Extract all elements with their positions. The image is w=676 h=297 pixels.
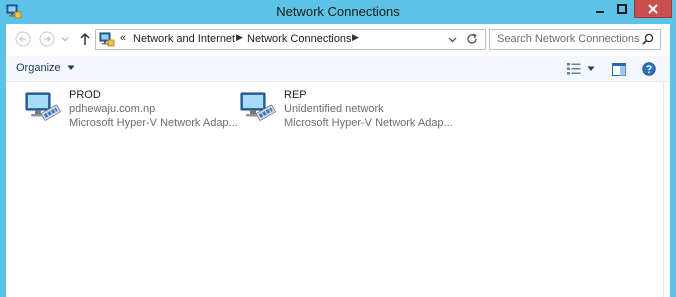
help-icon <box>642 62 656 76</box>
forward-arrow-icon <box>39 31 55 47</box>
preview-pane-button[interactable] <box>610 61 628 77</box>
network-adapter-icon <box>240 92 276 121</box>
chevron-down-icon <box>67 65 75 71</box>
breadcrumb-network-and-internet[interactable]: Network and Internet <box>133 33 235 45</box>
maximize-button[interactable] <box>611 0 633 18</box>
breadcrumb-network-connections[interactable]: Network Connections <box>247 33 352 45</box>
organize-label: Organize <box>16 62 61 74</box>
connection-name: PROD <box>69 89 101 101</box>
connection-item-rep[interactable]: REP Unidentified network Microsoft Hyper… <box>229 88 453 132</box>
breadcrumb-separator-icon[interactable]: ▶ <box>352 32 359 43</box>
search-icon <box>642 33 654 45</box>
breadcrumb-separator-icon[interactable]: ▶ <box>236 32 243 43</box>
back-button[interactable] <box>14 30 32 48</box>
connection-adapter: Microsoft Hyper-V Network Adap... <box>284 117 453 129</box>
title-bar[interactable]: Network Connections <box>0 0 676 24</box>
breadcrumb-overflow[interactable]: « <box>120 32 126 44</box>
connection-adapter: Microsoft Hyper-V Network Adap... <box>69 117 238 129</box>
view-options-dropdown[interactable] <box>586 61 596 77</box>
address-history-button[interactable] <box>448 35 457 47</box>
up-button[interactable] <box>76 30 94 48</box>
connection-network: Unidentified network <box>284 103 384 115</box>
close-icon <box>648 3 658 14</box>
minimize-button[interactable] <box>589 0 611 18</box>
back-arrow-icon <box>15 31 31 47</box>
connection-name: REP <box>284 89 307 101</box>
chevron-down-icon <box>448 37 457 43</box>
refresh-button[interactable] <box>466 33 478 48</box>
refresh-icon <box>467 33 477 44</box>
connection-network: pdhewaju.com.np <box>69 103 156 115</box>
window-title: Network Connections <box>276 4 400 19</box>
command-bar: Organize <box>6 56 670 82</box>
search-input[interactable]: Search Network Connections <box>489 29 661 50</box>
vertical-scrollbar[interactable] <box>663 82 670 297</box>
control-panel-icon <box>99 32 115 47</box>
search-placeholder: Search Network Connections <box>497 33 640 45</box>
preview-pane-icon <box>612 62 626 76</box>
connections-list: PROD pdhewaju.com.np Microsoft Hyper-V N… <box>6 82 663 297</box>
address-bar[interactable]: « Network and Internet ▶ Network Connect… <box>95 29 486 50</box>
explorer-window: Network Connections « Network and Intern… <box>0 0 676 297</box>
change-view-button[interactable] <box>564 61 584 77</box>
help-button[interactable] <box>640 61 658 77</box>
up-arrow-icon <box>80 32 90 45</box>
navigation-bar: « Network and Internet ▶ Network Connect… <box>6 24 670 56</box>
close-button[interactable] <box>634 0 672 18</box>
details-view-icon <box>567 63 581 75</box>
organize-menu[interactable]: Organize <box>16 62 75 74</box>
search-button[interactable] <box>642 33 654 48</box>
connection-item-prod[interactable]: PROD pdhewaju.com.np Microsoft Hyper-V N… <box>14 88 238 132</box>
network-adapter-icon <box>25 92 61 121</box>
recent-locations-button[interactable] <box>60 30 70 48</box>
chevron-down-icon <box>587 66 595 71</box>
maximize-icon <box>617 4 627 14</box>
forward-button[interactable] <box>38 30 56 48</box>
minimize-icon <box>596 11 604 13</box>
chevron-down-icon <box>61 37 69 42</box>
